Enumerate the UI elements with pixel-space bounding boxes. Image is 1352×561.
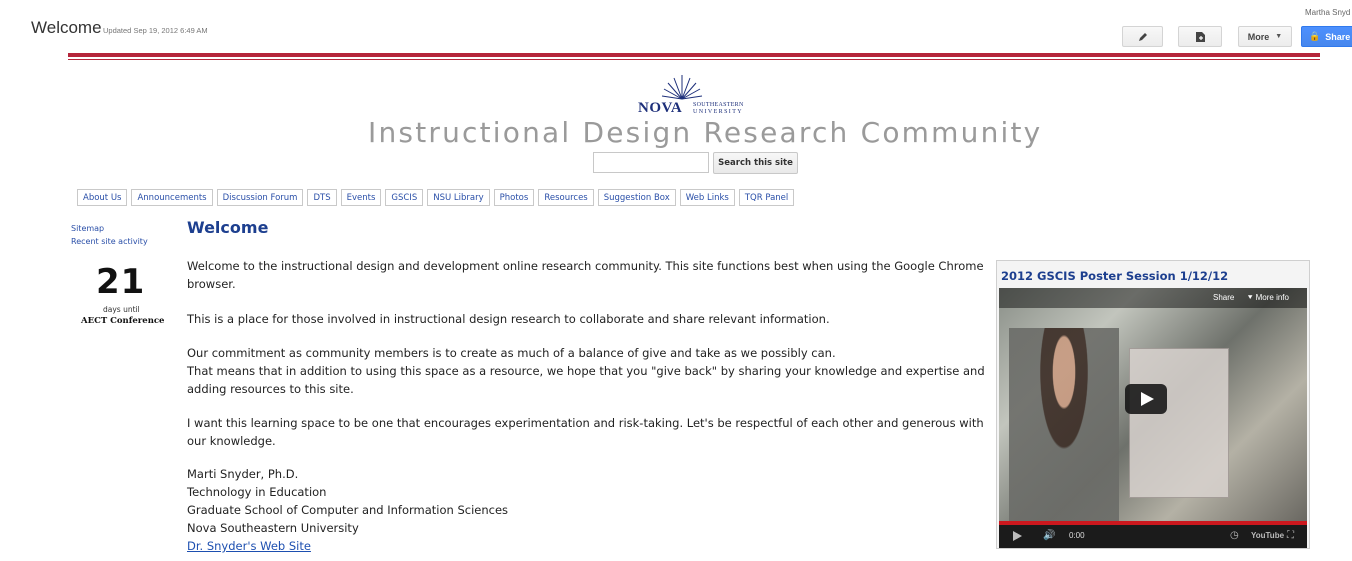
sitemap-link[interactable]: Sitemap — [71, 224, 104, 233]
nav-tqr-panel[interactable]: TQR Panel — [738, 189, 795, 206]
countdown-event: AECT Conference — [81, 316, 165, 326]
video-player[interactable]: Share ⯆ More info 🔊 0:00 ◷ YouTube ⛶ — [999, 288, 1307, 548]
header-rule — [68, 53, 1320, 57]
more-label: More — [1247, 31, 1270, 42]
video-play-button[interactable] — [1125, 384, 1167, 414]
intro-paragraph: Welcome to the instructional design and … — [187, 259, 984, 291]
nav-resources[interactable]: Resources — [538, 189, 594, 206]
site-title[interactable]: Instructional Design Research Community — [368, 116, 1042, 149]
nav-gscis[interactable]: GSCIS — [385, 189, 424, 206]
chevron-down-icon: ▼ — [1275, 33, 1283, 40]
logo-nova-text: NOVA — [638, 100, 683, 116]
info-icon: ⯆ — [1247, 293, 1256, 302]
nav-about-us[interactable]: About Us — [77, 189, 128, 206]
new-page-icon — [1195, 31, 1205, 42]
page-title: Welcome — [187, 218, 269, 237]
commitment-paragraph: Our commitment as community members is t… — [187, 344, 987, 398]
share-label: Share — [1325, 31, 1351, 42]
nav-photos[interactable]: Photos — [493, 189, 535, 206]
video-presenter — [1009, 328, 1119, 548]
edit-page-button[interactable] — [1122, 26, 1163, 47]
more-actions-button[interactable]: More ▼ — [1238, 26, 1292, 47]
commitment-line-2: That means that in addition to using thi… — [187, 364, 985, 396]
nav-discussion-forum[interactable]: Discussion Forum — [216, 189, 304, 206]
lock-icon: 🔒 — [1309, 31, 1321, 41]
countdown-number: 21 — [96, 262, 146, 302]
signature-university: Nova Southeastern University — [187, 521, 359, 535]
new-page-button[interactable] — [1178, 26, 1222, 47]
recent-activity-link[interactable]: Recent site activity — [71, 237, 148, 246]
play-icon[interactable] — [1013, 531, 1022, 541]
video-controls: 🔊 0:00 ◷ YouTube ⛶ — [999, 525, 1307, 548]
video-title[interactable]: 2012 GSCIS Poster Session 1/12/12 — [1001, 269, 1228, 283]
nav-events[interactable]: Events — [340, 189, 382, 206]
volume-icon[interactable]: 🔊 — [1043, 530, 1055, 541]
admin-bar: Welcome Updated Sep 19, 2012 6:49 AM Mar… — [0, 0, 1352, 48]
countdown-days-label: days until — [103, 305, 140, 314]
nav-nsu-library[interactable]: NSU Library — [427, 189, 490, 206]
commitment-line-1: Our commitment as community members is t… — [187, 346, 836, 360]
learning-space-paragraph: I want this learning space to be one tha… — [187, 416, 984, 448]
sunburst-icon — [661, 75, 703, 100]
signature-school: Graduate School of Computer and Informat… — [187, 503, 509, 517]
nsu-logo[interactable]: NOVA SOUTHEASTERN UNIVERSITY — [600, 74, 760, 122]
nav-announcements[interactable]: Announcements — [131, 189, 213, 206]
page-name: Welcome — [31, 18, 102, 37]
last-updated: Updated Sep 19, 2012 6:49 AM — [103, 26, 208, 35]
web-site-link[interactable]: Dr. Snyder's Web Site — [187, 539, 311, 553]
youtube-logo[interactable]: YouTube — [1251, 531, 1284, 540]
purpose-paragraph: This is a place for those involved in in… — [187, 312, 830, 326]
nav-suggestion-box[interactable]: Suggestion Box — [597, 189, 676, 206]
signature-name: Marti Snyder, Ph.D. — [187, 467, 299, 481]
nav-dts[interactable]: DTS — [307, 189, 337, 206]
video-share-button[interactable]: Share — [1213, 293, 1234, 302]
header-rule-thin — [68, 59, 1320, 60]
video-more-info-label: More info — [1255, 293, 1289, 302]
watch-later-icon[interactable]: ◷ — [1230, 530, 1239, 541]
video-widget: 2012 GSCIS Poster Session 1/12/12 Share … — [996, 260, 1310, 549]
share-button[interactable]: 🔒 Share — [1301, 26, 1352, 47]
search-button[interactable]: Search this site — [713, 152, 798, 174]
fullscreen-icon[interactable]: ⛶ — [1287, 530, 1294, 541]
logo-southeastern-text: SOUTHEASTERN — [693, 102, 744, 108]
video-more-info-button[interactable]: ⯆ More info — [1247, 293, 1289, 303]
video-poster-board — [1129, 348, 1229, 498]
search-input[interactable] — [593, 152, 709, 173]
logo-university-text: UNIVERSITY — [693, 109, 743, 115]
video-time: 0:00 — [1069, 531, 1085, 540]
nav-web-links[interactable]: Web Links — [679, 189, 735, 206]
user-name[interactable]: Martha Snyd — [1305, 8, 1350, 17]
top-nav: About Us Announcements Discussion Forum … — [77, 189, 795, 206]
pencil-icon — [1138, 32, 1147, 41]
signature-dept: Technology in Education — [187, 485, 327, 499]
